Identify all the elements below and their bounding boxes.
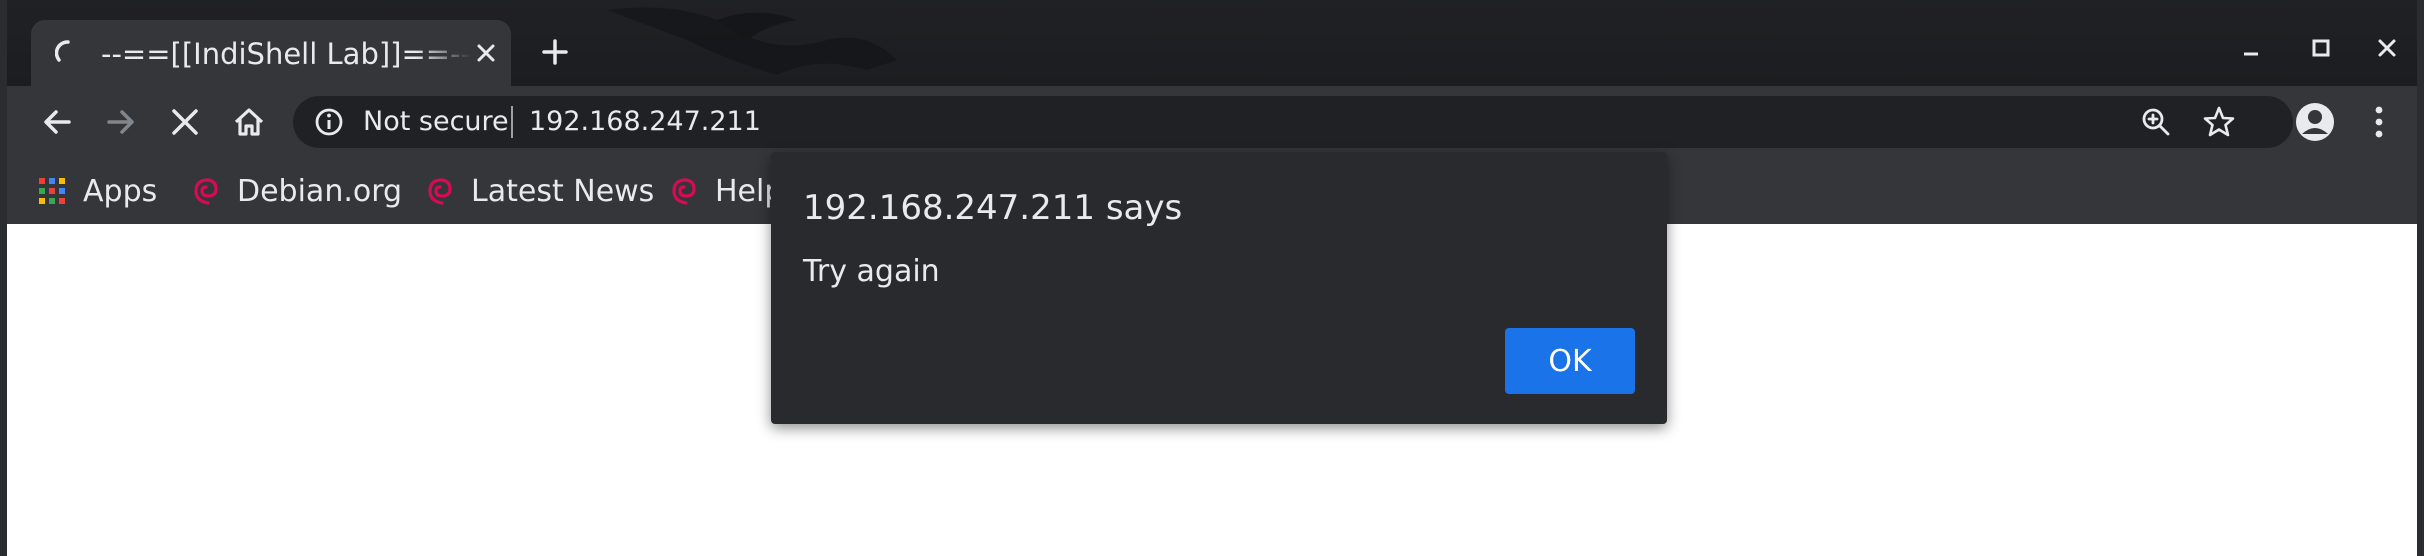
bookmark-label: Apps (83, 173, 158, 209)
maximize-icon (2312, 39, 2330, 57)
arrow-left-icon (44, 110, 71, 134)
bookmark-latest-news[interactable]: Latest News (425, 168, 654, 214)
home-icon (234, 108, 264, 136)
address-divider (511, 106, 513, 138)
window-close-button[interactable] (2365, 26, 2409, 70)
dialog-title: 192.168.247.211 says (803, 188, 1183, 228)
star-icon[interactable] (2201, 104, 2237, 140)
ok-button[interactable]: OK (1505, 328, 1635, 394)
tab-close-button[interactable] (471, 38, 501, 68)
spinner-icon (55, 40, 70, 62)
toolbar: Not secure 192.168.247.211 (7, 86, 2417, 158)
close-icon (477, 44, 495, 62)
minimize-button[interactable] (2229, 26, 2273, 70)
home-button[interactable] (227, 100, 271, 144)
bookmark-help[interactable]: Help (669, 168, 783, 214)
close-icon (172, 109, 198, 135)
bookmark-apps[interactable]: Apps (37, 168, 157, 214)
new-tab-button[interactable] (535, 32, 575, 72)
arrow-right-icon (107, 110, 134, 134)
minimize-icon (2244, 52, 2258, 56)
debian-swirl-icon (428, 178, 452, 205)
browser-window: --==[[IndiShell Lab]]==-- Not secure 192… (0, 0, 2424, 556)
wallpaper-dragon-art (607, 7, 897, 75)
maximize-button[interactable] (2299, 26, 2343, 70)
tab-active[interactable]: --==[[IndiShell Lab]]==-- (31, 20, 511, 86)
tab-title: --==[[IndiShell Lab]]==-- (101, 37, 471, 71)
bookmark-label: Latest News (471, 173, 655, 209)
vertical-dots-icon[interactable] (2357, 100, 2401, 144)
account-circle-icon[interactable] (2293, 100, 2337, 144)
stop-loading-button[interactable] (163, 100, 207, 144)
debian-swirl-icon (672, 178, 696, 205)
zoom-in-icon[interactable] (2138, 104, 2174, 140)
apps-grid-icon (39, 178, 65, 204)
bookmark-debian-org[interactable]: Debian.org (191, 168, 402, 214)
tab-strip: --==[[IndiShell Lab]]==-- (7, 0, 2417, 86)
bookmark-label: Debian.org (237, 173, 403, 209)
forward-button[interactable] (99, 100, 143, 144)
dialog-message: Try again (803, 254, 940, 289)
back-button[interactable] (35, 100, 79, 144)
security-status-label[interactable]: Not secure (363, 104, 509, 140)
close-icon (2378, 39, 2396, 57)
info-icon[interactable] (313, 106, 345, 138)
debian-swirl-icon (194, 178, 218, 205)
plus-icon (542, 39, 568, 65)
url-text[interactable]: 192.168.247.211 (529, 104, 761, 140)
address-bar[interactable]: Not secure 192.168.247.211 (293, 96, 2293, 148)
alert-dialog: 192.168.247.211 says Try again OK (771, 152, 1667, 424)
